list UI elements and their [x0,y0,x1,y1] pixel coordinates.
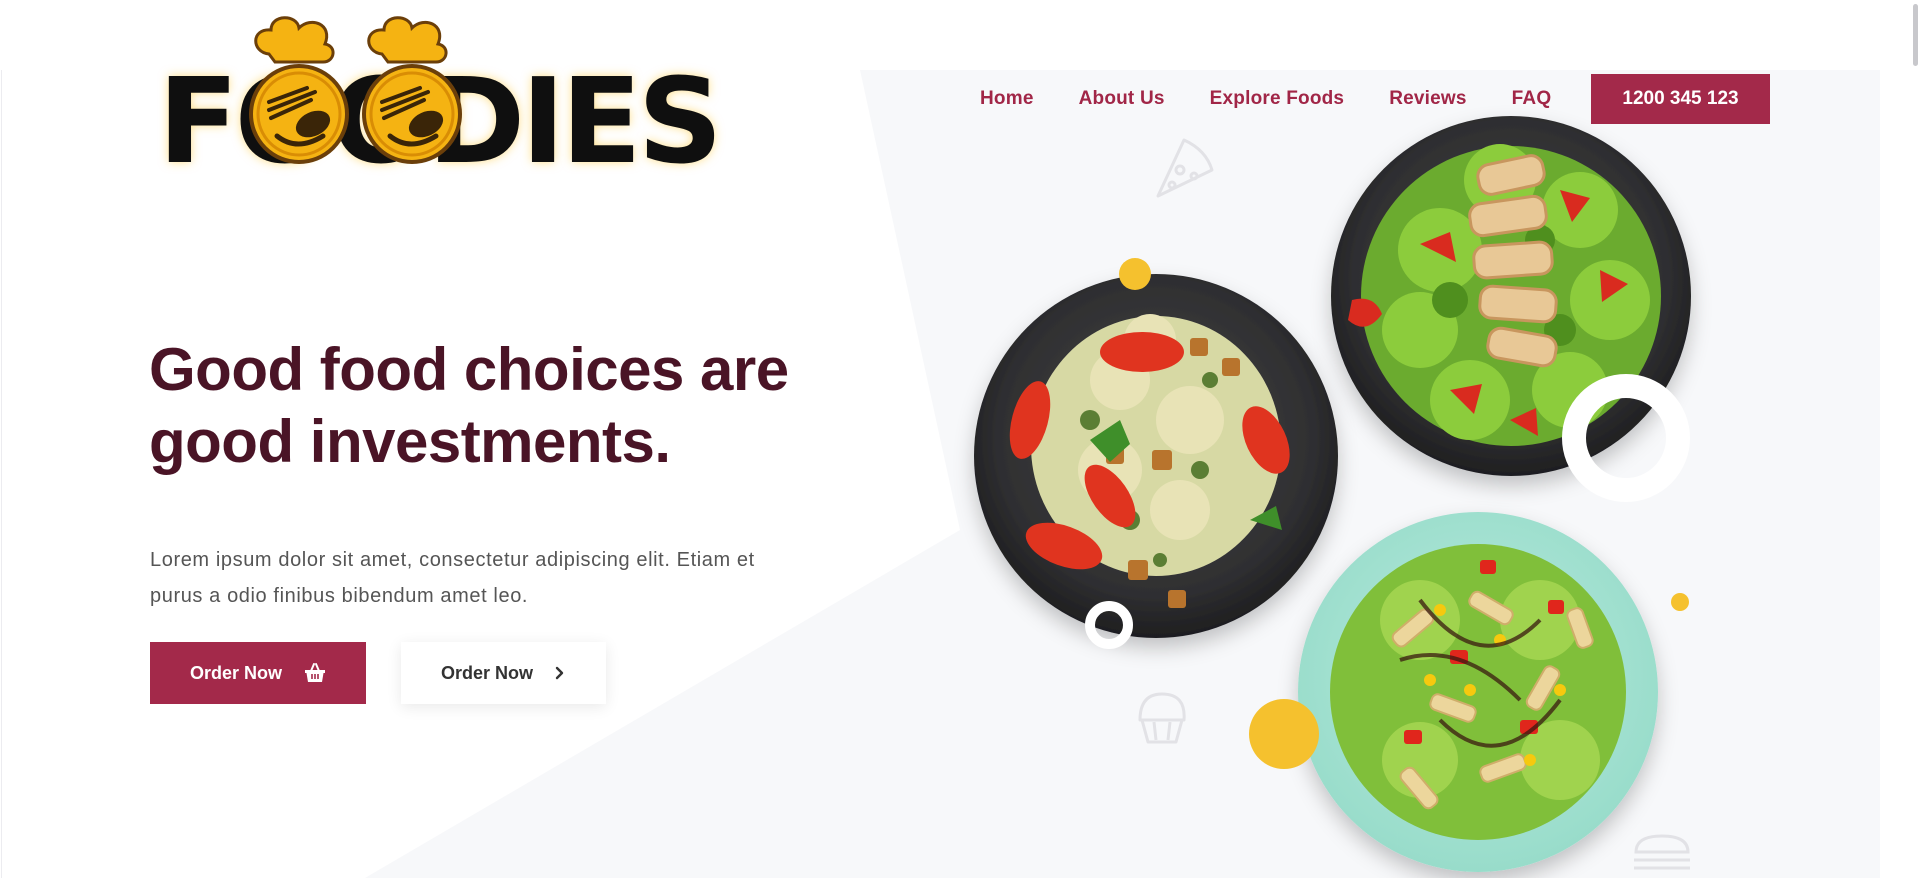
nav-about-us-link[interactable]: About Us [1079,88,1165,110]
nav-home-link[interactable]: Home [980,88,1034,110]
headline-line-1: Good food choices are [149,336,789,403]
foodies-logo[interactable]: FOODIES [150,14,790,180]
hero-description: Lorem ipsum dolor sit amet, consectetur … [150,542,830,614]
scrollbar-thumb[interactable] [1913,4,1918,66]
chicken-salad-plate [1331,116,1691,476]
page-border [1,70,2,878]
order-now-button[interactable]: Order Now [150,642,366,704]
chef-mascot-icon [362,16,462,164]
phone-number-button[interactable]: 1200 345 123 [1591,74,1770,124]
description-line-2: purus a odio finibus bibendum amet leo. [150,585,529,607]
order-now-label: Order Now [190,662,283,683]
chevron-right-icon [555,666,564,680]
nav-explore-foods-link[interactable]: Explore Foods [1210,88,1345,110]
hero-headline: Good food choices are good investments. [149,334,849,478]
nav-reviews-link[interactable]: Reviews [1389,88,1466,110]
pasta-salad-plate [1298,512,1658,872]
nav-faq-link[interactable]: FAQ [1512,88,1552,110]
order-now-secondary-button[interactable]: Order Now [401,642,606,704]
headline-line-2: good investments. [149,408,671,475]
chef-mascot-icon [249,16,349,164]
description-line-1: Lorem ipsum dolor sit amet, consectetur … [150,549,755,571]
egg-salad-plate [974,274,1338,638]
scrollbar[interactable] [1908,0,1920,878]
order-now-secondary-label: Order Now [441,662,534,683]
basket-icon [305,663,325,682]
